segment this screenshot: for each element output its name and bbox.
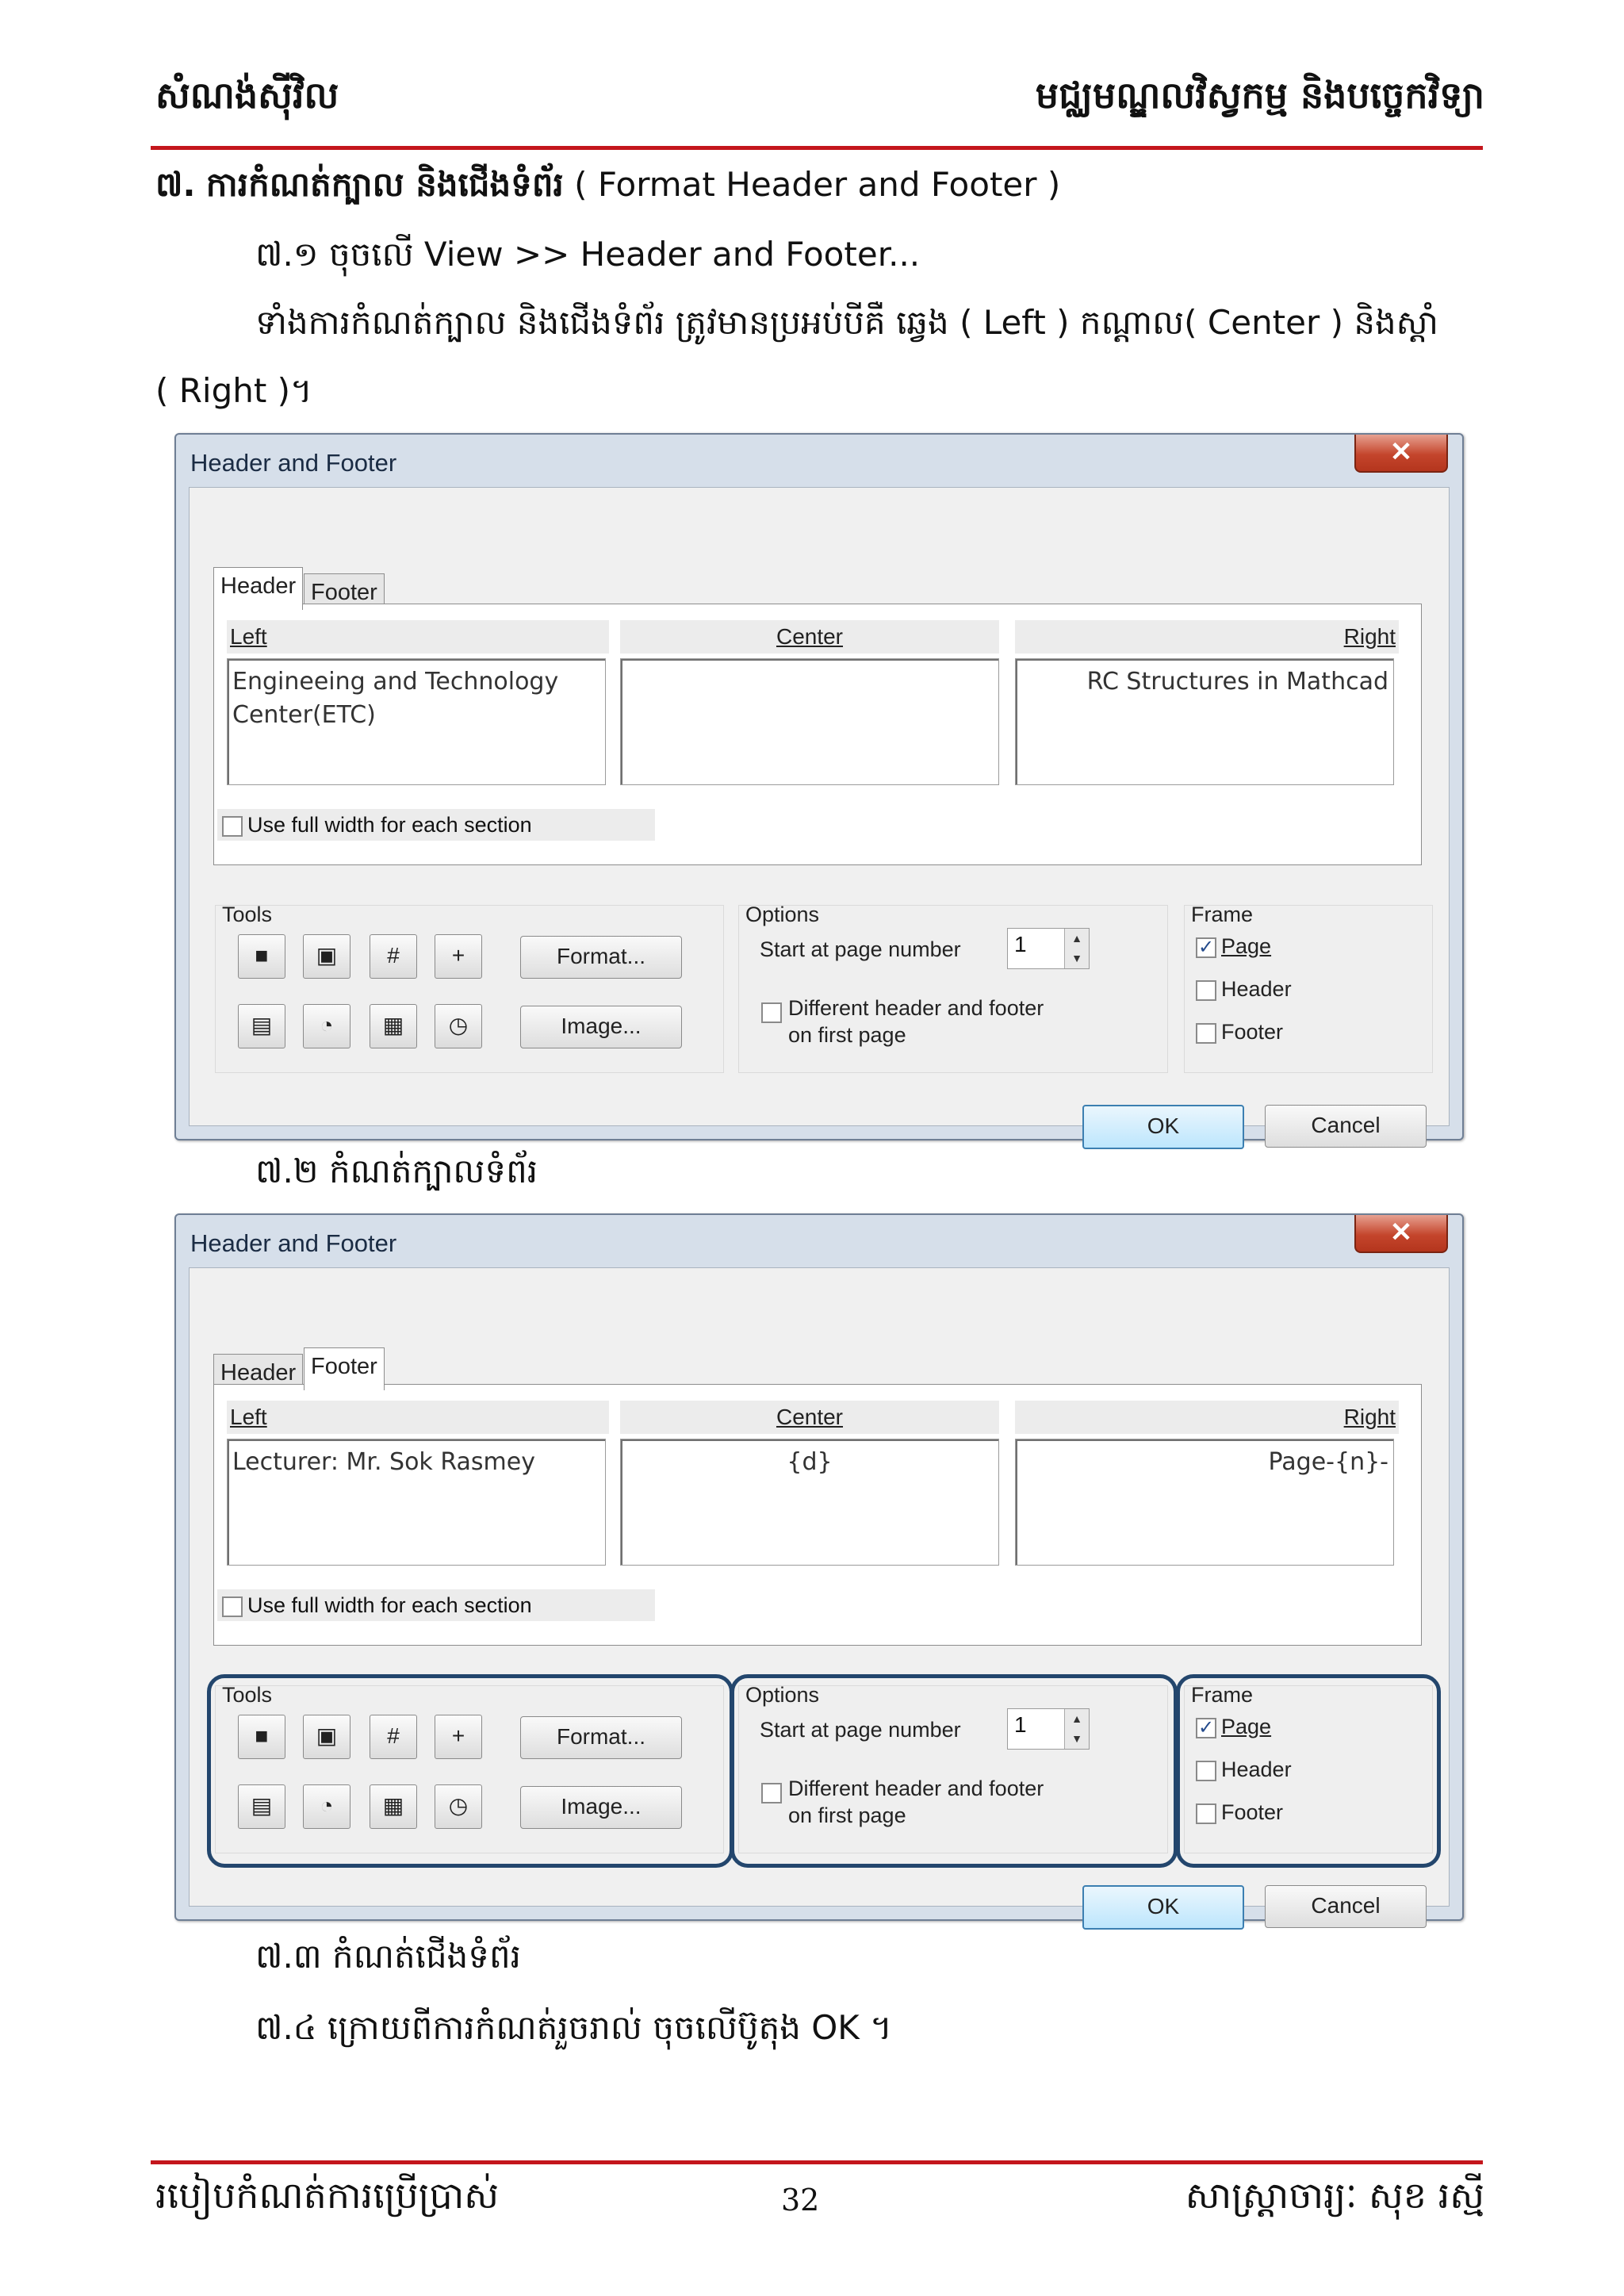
dialog-client: Header Footer Left Center Right Lecturer… <box>189 1267 1450 1930</box>
full-width-checkbox[interactable] <box>222 1596 243 1617</box>
close-button[interactable]: ✕ <box>1354 435 1448 473</box>
frame-header-option[interactable]: Header <box>1191 977 1292 1002</box>
options-highlight <box>730 1674 1178 1868</box>
tab-panel: Left Center Right Engineeing and Technol… <box>213 604 1422 865</box>
center-section-label: Center <box>620 1401 999 1434</box>
spin-down-icon[interactable]: ▼ <box>1064 949 1089 968</box>
frame-label: Frame <box>1191 903 1254 926</box>
step-4: ៧.៤ ក្រោយពីការកំណត់រួចរាល់ ចុចលើប៊ូតុង O… <box>255 2008 892 2047</box>
full-width-option[interactable]: Use full width for each section <box>217 1589 655 1621</box>
different-first-label: Different header and footer on first pag… <box>788 996 1044 1047</box>
frame-page-checkbox[interactable]: ✓ <box>1196 937 1216 958</box>
frame-highlight <box>1176 1674 1441 1868</box>
clock-icon[interactable]: ◷ <box>435 1004 482 1048</box>
file-time-icon[interactable]: ◔ <box>303 1004 350 1048</box>
page-footer-left: របៀបកំណត់ការប្រើប្រាស់ <box>155 2174 500 2217</box>
options-group: Options Start at page number 1 ▲ ▼ Diffe… <box>738 903 1168 1073</box>
file-name-icon[interactable]: ▤ <box>238 1004 285 1048</box>
cancel-button[interactable]: Cancel <box>1265 1105 1427 1148</box>
right-section-input[interactable]: Page-{n}- <box>1015 1439 1394 1566</box>
left-section-label: Left <box>227 620 609 654</box>
save-icon[interactable]: ■ <box>238 934 285 979</box>
heading-title-en: ( Format Header and Footer ) <box>563 165 1061 204</box>
dialog-client: Header Footer Left Center Right Engineei… <box>189 487 1450 1149</box>
close-button[interactable]: ✕ <box>1354 1215 1448 1253</box>
right-section-label: Right <box>1015 620 1399 654</box>
paragraph-1: ទាំងការកំណត់ក្បាល និងជើងទំព័រ ត្រូវមានប្… <box>255 303 1438 342</box>
ok-button[interactable]: OK <box>1082 1885 1244 1930</box>
dialog-title: Header and Footer <box>190 1229 397 1257</box>
ok-button[interactable]: OK <box>1082 1105 1244 1149</box>
frame-page-option[interactable]: ✓ Page <box>1191 934 1271 959</box>
right-section-input[interactable]: RC Structures in Mathcad <box>1015 658 1394 785</box>
spin-up-icon[interactable]: ▲ <box>1064 929 1089 949</box>
frame-footer-checkbox[interactable] <box>1196 1022 1216 1044</box>
header-footer-dialog-2: Header and Footer ✕ Header Footer Left C… <box>174 1213 1464 1930</box>
start-page-value: 1 <box>1014 932 1027 956</box>
step-3: ៧.៣ កំណត់ជើងទំព័រ <box>255 1937 521 1976</box>
page-count-icon[interactable]: + <box>435 934 482 979</box>
right-section-label: Right <box>1015 1401 1399 1434</box>
page-number-icon[interactable]: # <box>370 934 417 979</box>
center-section-input[interactable] <box>620 658 999 785</box>
page-header-right: មជ្ឈមណ្ឌលវិស្វកម្ម និងបច្ចេកវិទ្យា <box>1035 74 1484 117</box>
start-page-spinner[interactable]: 1 ▲ ▼ <box>1007 928 1090 969</box>
frame-footer-option[interactable]: Footer <box>1191 1020 1283 1045</box>
heading-number: ៧. <box>155 165 196 204</box>
full-width-option[interactable]: Use full width for each section <box>217 809 655 841</box>
heading-title: ការកំណត់ក្បាល និងជើងទំព័រ <box>205 165 564 204</box>
header-rule <box>151 146 1483 150</box>
left-section-input[interactable]: Lecturer: Mr. Sok Rasmey <box>227 1439 606 1566</box>
frame-group: Frame ✓ Page Header Footer <box>1184 903 1433 1073</box>
different-first-checkbox[interactable] <box>761 1002 782 1023</box>
footer-rule <box>151 2160 1483 2164</box>
tools-group: Tools ■ ▣ # + ▤ ◔ ▦ ◷ Format... Image... <box>215 903 724 1073</box>
page-footer-right: សាស្ត្រាចារ្យៈ សុខ រស្មី <box>1185 2174 1484 2217</box>
start-page-label: Start at page number <box>760 937 961 961</box>
dialog-title: Header and Footer <box>190 449 397 477</box>
cancel-button[interactable]: Cancel <box>1265 1885 1427 1928</box>
tab-footer[interactable]: Footer <box>304 1347 385 1390</box>
header-footer-dialog-1: Header and Footer ✕ Header Footer Left C… <box>174 433 1464 1149</box>
step-2: ៧.២ កំណត់ក្បាលទំព័រ <box>255 1152 538 1190</box>
paragraph-1-end: ( Right )។ <box>155 371 312 410</box>
page-number: 32 <box>781 2183 820 2217</box>
left-section-input[interactable]: Engineeing and Technology Center(ETC) <box>227 658 606 785</box>
center-section-input[interactable]: {d} <box>620 1439 999 1566</box>
left-section-label: Left <box>227 1401 609 1434</box>
full-width-checkbox[interactable] <box>222 815 243 837</box>
image-button[interactable]: Image... <box>520 1006 682 1048</box>
center-section-label: Center <box>620 620 999 654</box>
open-folder-icon[interactable]: ▣ <box>303 934 350 979</box>
calendar-icon[interactable]: ▦ <box>370 1004 417 1048</box>
tab-header[interactable]: Header <box>213 567 304 610</box>
tools-label: Tools <box>222 903 273 926</box>
page-header-left: សំណង់ស៊ីវិល <box>155 74 339 117</box>
tools-highlight <box>207 1674 733 1868</box>
tab-panel: Left Center Right Lecturer: Mr. Sok Rasm… <box>213 1384 1422 1646</box>
format-button[interactable]: Format... <box>520 936 682 979</box>
section-heading: ៧. ការកំណត់ក្បាល និងជើងទំព័រ ( Format He… <box>155 163 1060 213</box>
step-1: ៧.១ ចុចលើ View >> Header and Footer... <box>255 235 921 274</box>
frame-header-checkbox[interactable] <box>1196 979 1216 1001</box>
options-label: Options <box>745 903 820 926</box>
